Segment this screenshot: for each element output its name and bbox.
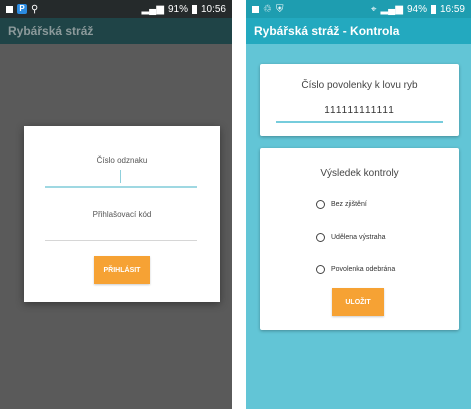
app-bar: Rybářská stráž	[0, 18, 232, 44]
result-card: Výsledek kontroly Bez zjištění Udělena v…	[260, 148, 459, 330]
login-code-underline	[45, 240, 197, 241]
recycle-icon: ♲	[263, 3, 272, 15]
badge-number-label: Číslo odznaku	[96, 156, 148, 165]
battery-percent: 91%	[167, 3, 188, 15]
permit-underline	[276, 121, 443, 123]
radio-option-permit-revoked[interactable]: Povolenka odebrána	[316, 265, 395, 274]
usb-icon: ⚲	[31, 3, 39, 15]
notification-icon	[6, 5, 13, 13]
badge-number-underline	[45, 186, 197, 188]
status-time: 10:56	[200, 3, 226, 15]
app-bar: Rybářská stráž - Kontrola	[246, 18, 471, 44]
login-code-label: Přihlašovací kód	[92, 210, 152, 219]
result-title: Výsledek kontroly	[320, 168, 399, 179]
battery-percent: 94%	[406, 3, 427, 15]
permit-number-input[interactable]: 111111111111	[260, 105, 459, 116]
permit-label: Číslo povolenky k lovu ryb	[301, 80, 418, 91]
radio-label: Udělena výstraha	[331, 234, 386, 241]
radio-button[interactable]	[316, 233, 325, 242]
login-code-input[interactable]	[45, 222, 197, 240]
radio-option-warning[interactable]: Udělena výstraha	[316, 233, 385, 242]
save-button[interactable]: ULOŽIT	[332, 288, 384, 316]
status-bar: P ⚲ ▂▄▆ 91% 10:56	[0, 0, 232, 18]
signal-icon: ▂▄▆	[141, 3, 164, 15]
radio-button[interactable]	[316, 265, 325, 274]
image-icon	[252, 5, 259, 13]
app-title: Rybářská stráž	[8, 24, 94, 38]
location-icon: ⌖	[370, 3, 377, 15]
radio-button[interactable]	[316, 200, 325, 209]
signal-icon: ▂▄▆	[380, 3, 403, 15]
status-time: 16:59	[439, 3, 465, 15]
shield-icon: ⛨	[275, 3, 284, 15]
login-button[interactable]: PŘIHLÁSIT	[94, 256, 150, 284]
badge-number-input[interactable]	[45, 166, 197, 186]
login-dialog: Číslo odznaku Přihlašovací kód PŘIHLÁSIT	[24, 126, 220, 302]
battery-icon	[430, 4, 436, 14]
permit-card: Číslo povolenky k lovu ryb 111111111111	[260, 64, 459, 136]
battery-icon	[191, 4, 197, 14]
inspection-screen: ♲ ⛨ ⌖ ▂▄▆ 94% 16:59 Rybářská stráž - Kon…	[246, 0, 471, 409]
app-title: Rybářská stráž - Kontrola	[254, 24, 400, 38]
login-screen: P ⚲ ▂▄▆ 91% 10:56 Rybářská stráž Číslo o…	[0, 0, 232, 409]
parking-app-icon: P	[17, 4, 27, 14]
radio-label: Bez zjištění	[331, 201, 367, 208]
radio-label: Povolenka odebrána	[331, 266, 396, 273]
radio-option-no-findings[interactable]: Bez zjištění	[316, 200, 367, 209]
status-bar: ♲ ⛨ ⌖ ▂▄▆ 94% 16:59	[246, 0, 471, 18]
